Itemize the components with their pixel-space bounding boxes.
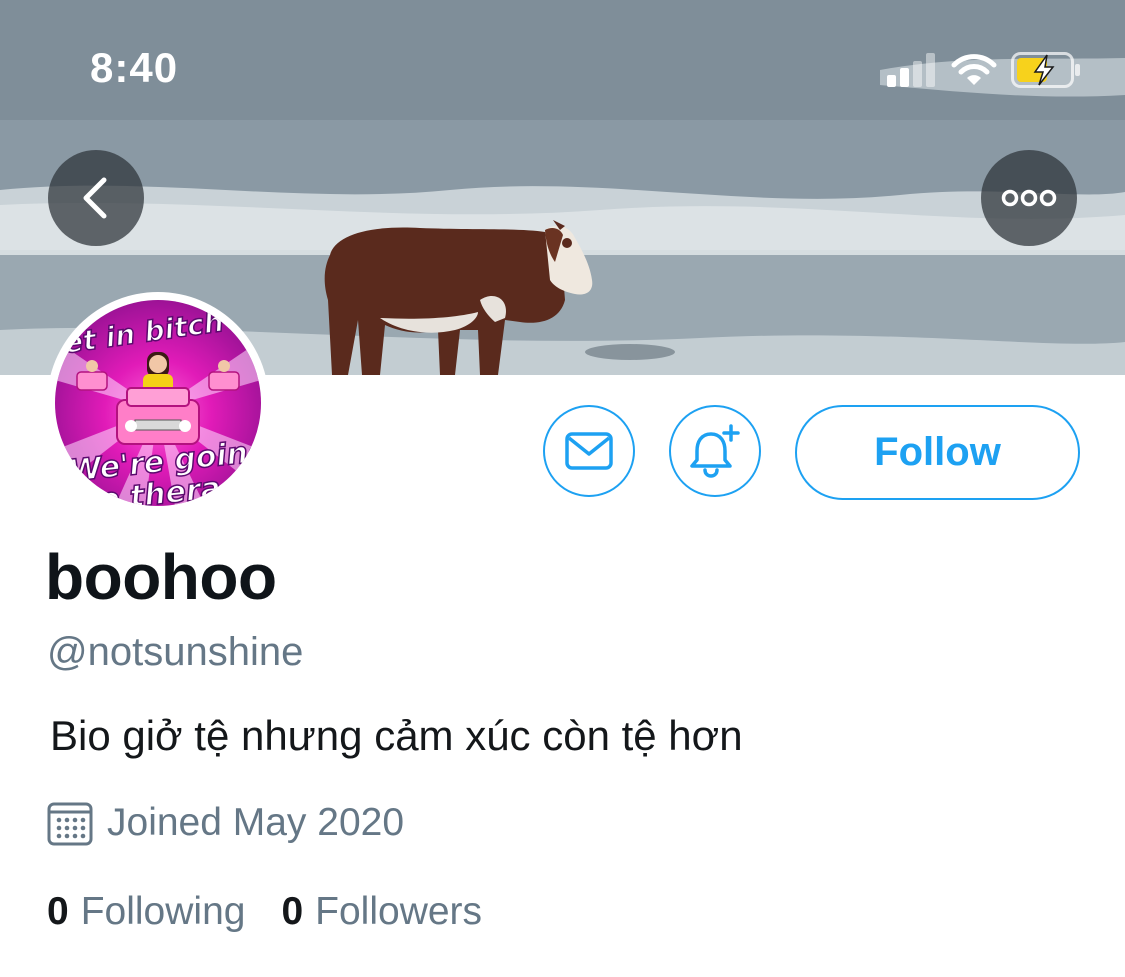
follow-button[interactable]: Follow [795, 405, 1080, 500]
following-count[interactable]: 0 [47, 890, 69, 934]
profile-screen: 8:40 et in bitch We're going to thera Fo… [0, 0, 1125, 977]
status-time: 8:40 [90, 44, 179, 91]
joined-date-row: Joined May 2020 [47, 800, 404, 846]
wifi-icon [951, 54, 997, 85]
display-name: boohoo [45, 541, 277, 613]
avatar-image: et in bitch We're going to thera [55, 300, 261, 506]
bell-plus-icon [690, 424, 740, 478]
notifications-button[interactable] [669, 405, 761, 497]
svg-text:et in bitch: et in bitch [62, 305, 226, 360]
followers-link[interactable]: Followers [315, 890, 482, 934]
followers-count[interactable]: 0 [281, 890, 303, 934]
follow-stats: 0 Following 0 Followers [47, 890, 518, 934]
user-handle: @notsunshine [47, 630, 304, 674]
calendar-icon [47, 802, 93, 846]
chevron-left-icon [83, 177, 107, 219]
avatar[interactable]: et in bitch We're going to thera [47, 292, 269, 514]
mail-icon [565, 432, 613, 470]
more-options-button[interactable] [981, 150, 1077, 246]
message-button[interactable] [543, 405, 635, 497]
more-dots-icon [1001, 189, 1057, 207]
profile-bio: Bio giở tệ nhưng cảm xúc còn tệ hơn [50, 712, 743, 759]
status-icons [887, 50, 1081, 90]
cellular-signal-icon [887, 53, 935, 87]
following-link[interactable]: Following [81, 890, 246, 934]
battery-charging-icon [1011, 52, 1080, 88]
avatar-illustration: et in bitch We're going to thera [55, 304, 261, 506]
back-button[interactable] [48, 150, 144, 246]
joined-date: Joined May 2020 [107, 801, 405, 844]
